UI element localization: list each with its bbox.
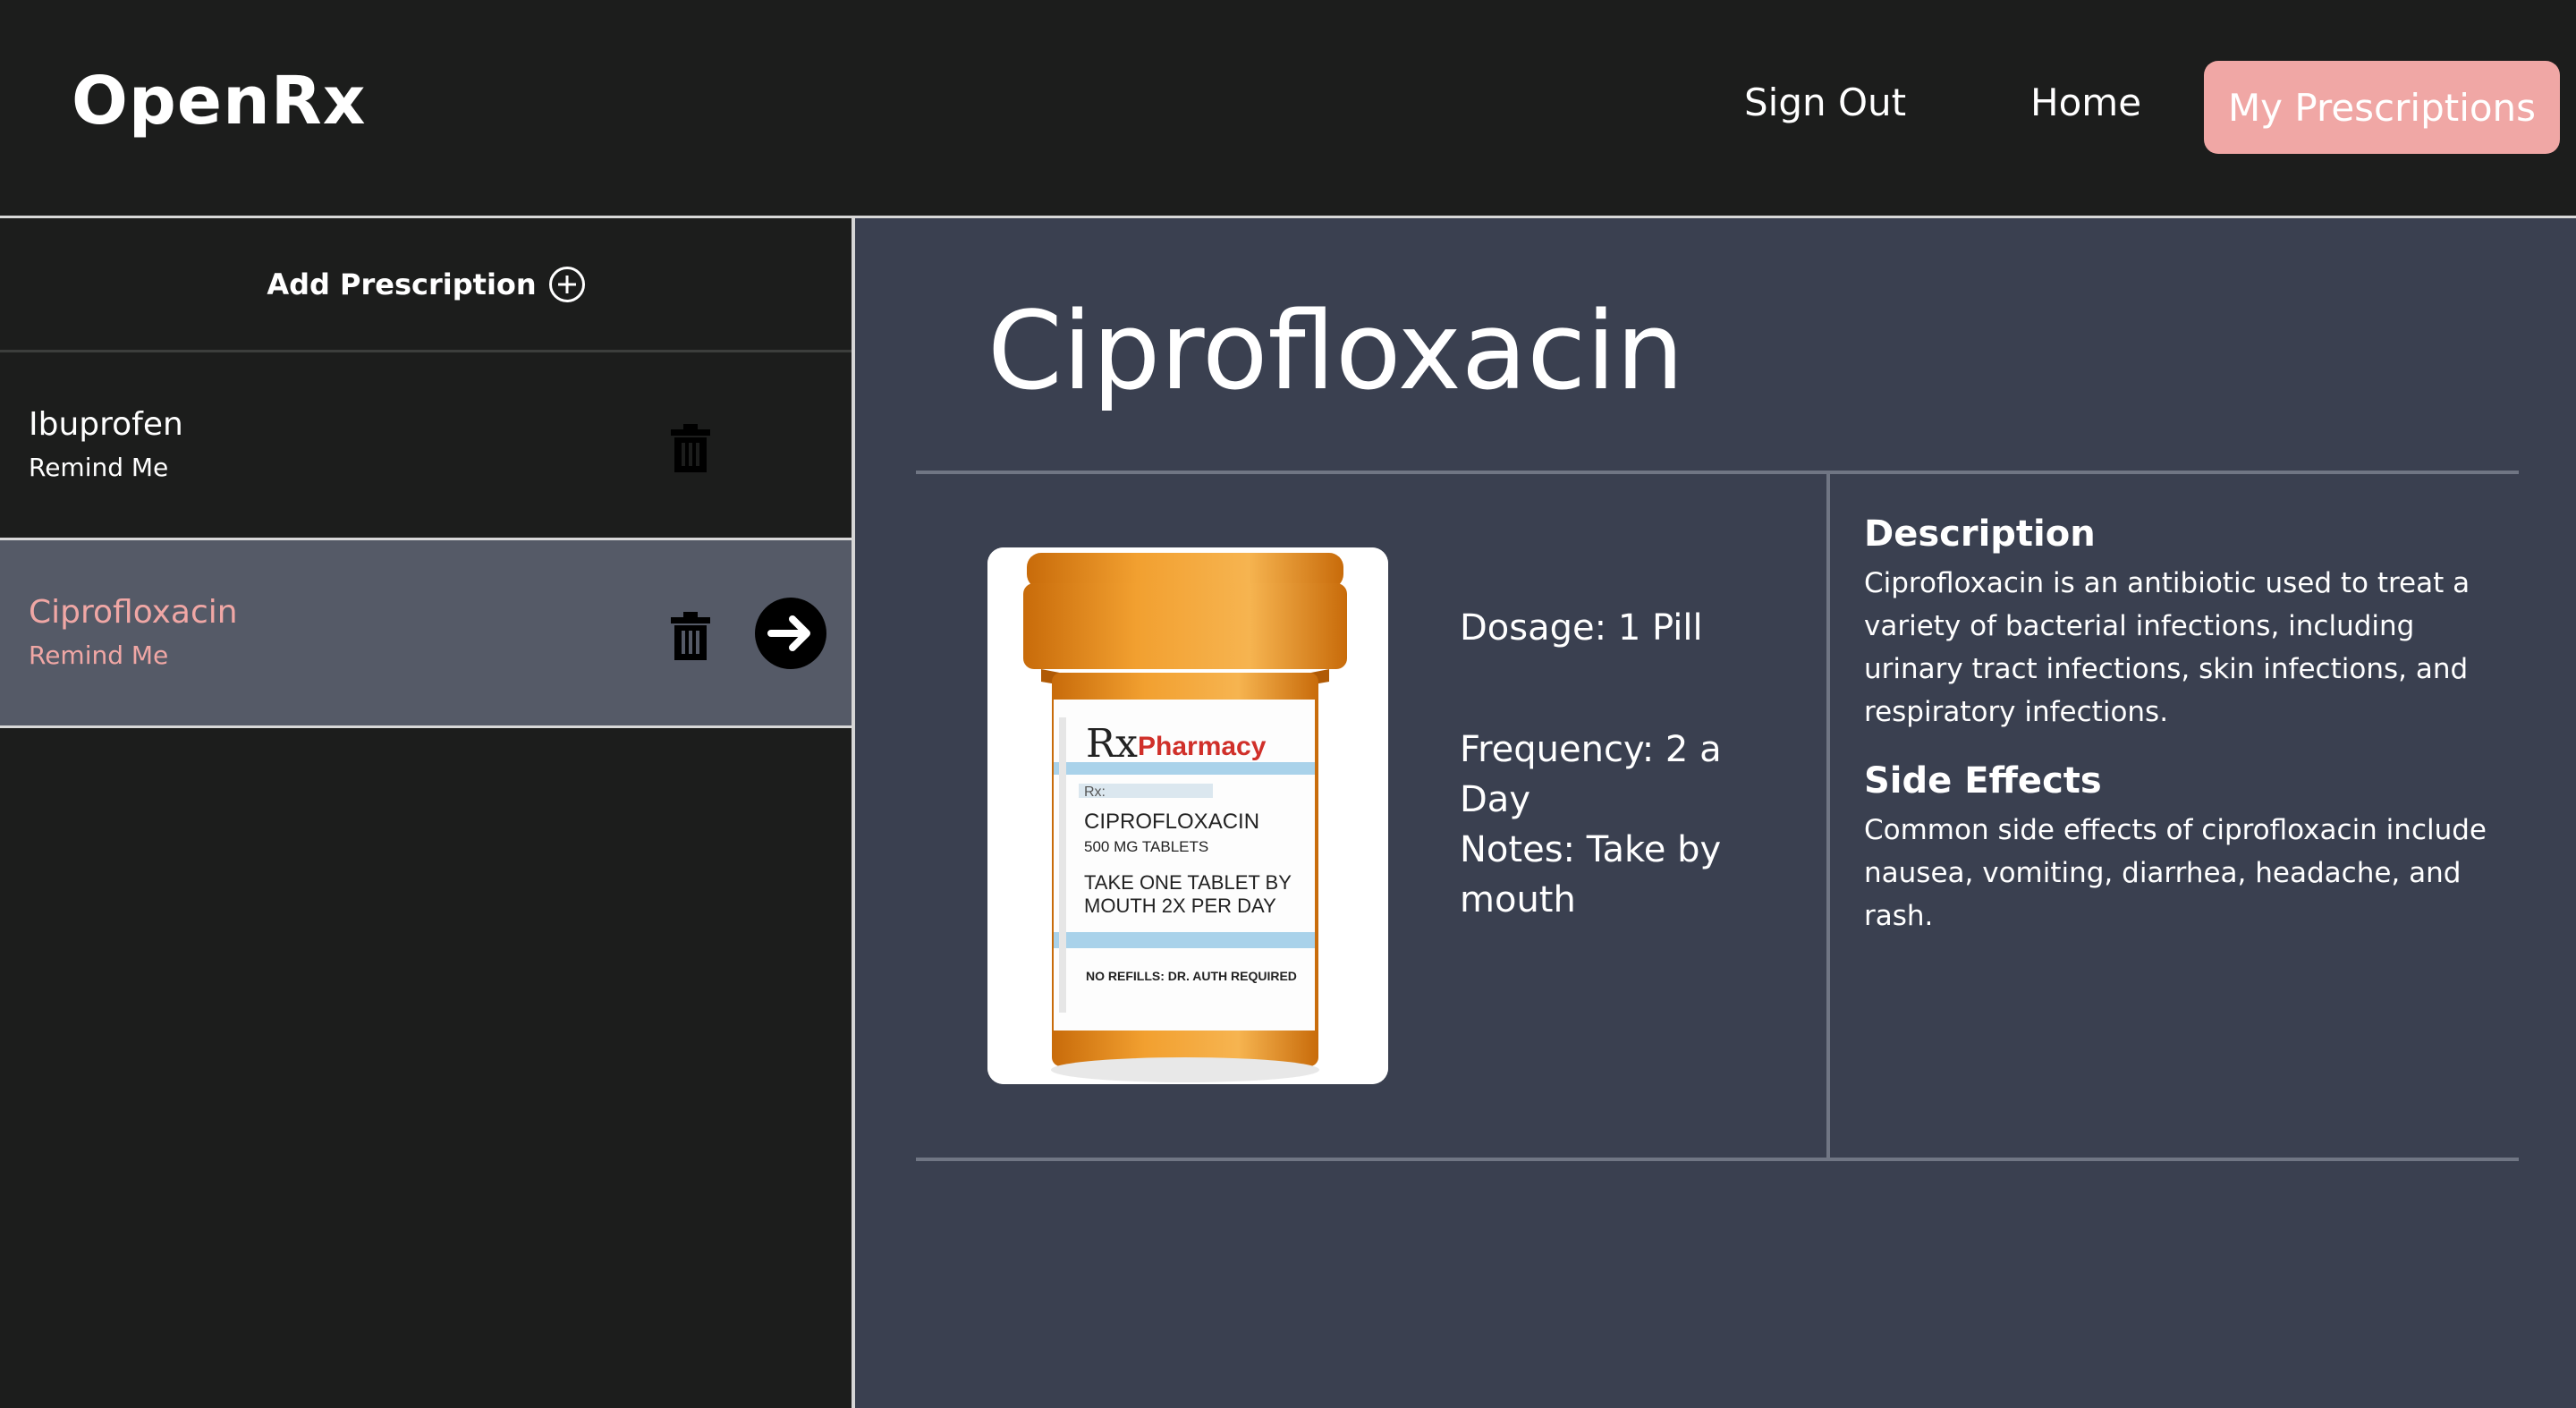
description-text: Ciprofloxacin is an antibiotic used to t… [1864, 567, 2470, 728]
page-title: Ciprofloxacin [987, 290, 1684, 414]
divider [916, 1158, 2519, 1161]
divider [1826, 472, 1830, 1159]
sign-out-link[interactable]: Sign Out [1744, 81, 1906, 124]
prescription-item-ibuprofen[interactable]: Ibuprofen Remind Me [0, 352, 852, 540]
top-navbar: OpenRx Sign Out Home My Prescriptions [0, 0, 2576, 218]
drug-info-column: Description Ciprofloxacin is an antibiot… [1864, 513, 2508, 964]
pill-bottle-illustration: Rx Pharmacy Rx: CIPROFLOXACIN 500 MG TAB… [987, 547, 1388, 1084]
side-effects-heading: Side Effects [1864, 760, 2102, 802]
my-prescriptions-button[interactable]: My Prescriptions [2204, 61, 2560, 154]
plus-circle-icon [548, 266, 585, 302]
prescription-name: Ibuprofen [29, 406, 183, 443]
prescription-detail-panel: Ciprofloxacin Rx Pharmacy Rx: CIPROFLOXA… [855, 218, 2576, 1408]
dosage-info: Dosage: 1 Pill Frequency: 2 a Day Notes:… [1460, 603, 1800, 925]
prescription-sidebar: Add Prescription Ibuprofen Remind Me Cip… [0, 218, 855, 1408]
bottle-refills: NO REFILLS: DR. AUTH REQUIRED [1086, 969, 1297, 983]
description-heading: Description [1864, 513, 2096, 555]
bottle-pharmacy-text: Pharmacy [1138, 732, 1267, 761]
bottle-strength: 500 MG TABLETS [1084, 838, 1208, 855]
frequency-text: Frequency: 2 a Day [1460, 729, 1722, 820]
divider [916, 471, 2519, 474]
notes-text: Notes: Take by mouth [1460, 829, 1722, 920]
remind-me-link[interactable]: Remind Me [29, 453, 168, 482]
pill-bottle-image: Rx Pharmacy Rx: CIPROFLOXACIN 500 MG TAB… [987, 547, 1388, 1084]
bottle-directions-2: MOUTH 2X PER DAY [1084, 895, 1276, 917]
home-link[interactable]: Home [2030, 81, 2141, 124]
add-prescription-button[interactable]: Add Prescription [0, 218, 852, 352]
bottle-rx-line: Rx: [1084, 785, 1106, 800]
remind-me-link[interactable]: Remind Me [29, 640, 168, 670]
trash-icon[interactable] [669, 424, 712, 472]
dosage-text: Dosage: 1 Pill [1460, 607, 1703, 649]
trash-icon[interactable] [669, 612, 712, 660]
prescription-name: Ciprofloxacin [29, 594, 238, 631]
arrow-right-circle-icon[interactable] [755, 598, 826, 669]
bottle-drug-name: CIPROFLOXACIN [1084, 810, 1259, 834]
brand-logo[interactable]: OpenRx [72, 63, 366, 140]
bottle-rx-mark: Rx [1086, 721, 1138, 767]
add-prescription-label: Add Prescription [267, 267, 537, 301]
bottle-directions-1: TAKE ONE TABLET BY [1084, 871, 1292, 894]
prescription-item-ciprofloxacin[interactable]: Ciprofloxacin Remind Me [0, 540, 852, 728]
side-effects-text: Common side effects of ciprofloxacin inc… [1864, 814, 2487, 932]
